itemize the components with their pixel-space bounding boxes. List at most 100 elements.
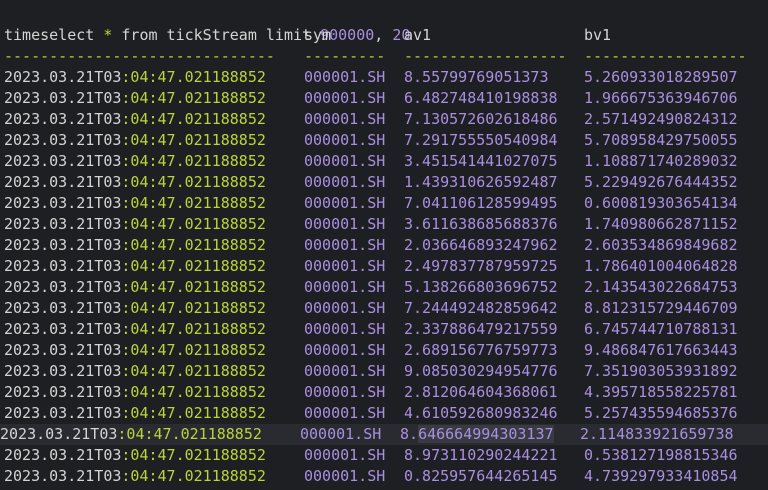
table-row[interactable]: 2023.03.21T03:04:47.021188852 000001.SH 8.… [0, 424, 768, 445]
cell-av1[interactable]: 3.451541441027075 [404, 151, 558, 172]
cell-sym[interactable]: 000001.SH [304, 382, 385, 403]
terminal-output[interactable]: select * from tickStream limit 900000, 2… [0, 0, 768, 487]
cell-time[interactable]: 2023.03.21T03:04:47.021188852 [4, 466, 266, 487]
cell-time[interactable]: 2023.03.21T03:04:47.021188852 [0, 424, 262, 445]
cell-av1[interactable]: 2.497837787959725 [404, 256, 558, 277]
table-row[interactable]: 2023.03.21T03:04:47.021188852 000001.SH 6.… [4, 88, 768, 109]
cell-bv1[interactable]: 4.739297933410854 [584, 466, 738, 487]
cell-sym[interactable]: 000001.SH [304, 466, 385, 487]
cell-sym[interactable]: 000001.SH [304, 88, 385, 109]
cell-av1[interactable]: 7.041106128599495 [404, 193, 558, 214]
table-row[interactable]: 2023.03.21T03:04:47.021188852 000001.SH 8.… [4, 445, 768, 466]
cell-time[interactable]: 2023.03.21T03:04:47.021188852 [4, 319, 266, 340]
cell-bv1[interactable]: 1.740980662871152 [584, 214, 738, 235]
cell-av1[interactable]: 3.611638685688376 [404, 214, 558, 235]
cell-sym[interactable]: 000001.SH [304, 319, 385, 340]
cell-av1[interactable]: 8.55799769051373 [404, 67, 549, 88]
cell-time[interactable]: 2023.03.21T03:04:47.021188852 [4, 172, 266, 193]
cell-time[interactable]: 2023.03.21T03:04:47.021188852 [4, 151, 266, 172]
cell-time[interactable]: 2023.03.21T03:04:47.021188852 [4, 277, 266, 298]
cell-time[interactable]: 2023.03.21T03:04:47.021188852 [4, 445, 266, 466]
cell-time[interactable]: 2023.03.21T03:04:47.021188852 [4, 382, 266, 403]
cell-bv1[interactable]: 9.486847617663443 [584, 340, 738, 361]
cell-sym[interactable]: 000001.SH [304, 445, 385, 466]
table-row[interactable]: 2023.03.21T03:04:47.021188852 000001.SH 5.… [4, 277, 768, 298]
cell-sym[interactable]: 000001.SH [304, 172, 385, 193]
table-row[interactable]: 2023.03.21T03:04:47.021188852 000001.SH 7.… [4, 130, 768, 151]
cell-time[interactable]: 2023.03.21T03:04:47.021188852 [4, 361, 266, 382]
cell-sym[interactable]: 000001.SH [304, 214, 385, 235]
cell-sym[interactable]: 000001.SH [304, 109, 385, 130]
table-row[interactable]: 2023.03.21T03:04:47.021188852 000001.SH 7.… [4, 298, 768, 319]
selected-text[interactable]: 646664994303137 [418, 425, 554, 443]
cell-sym[interactable]: 000001.SH [304, 298, 385, 319]
cell-sym[interactable]: 000001.SH [304, 235, 385, 256]
cell-av1[interactable]: 2.812064604368061 [404, 382, 558, 403]
cell-time[interactable]: 2023.03.21T03:04:47.021188852 [4, 214, 266, 235]
table-row[interactable]: 2023.03.21T03:04:47.021188852 000001.SH 1.… [4, 172, 768, 193]
cell-time[interactable]: 2023.03.21T03:04:47.021188852 [4, 340, 266, 361]
cell-bv1[interactable]: 2.143543022684753 [584, 277, 738, 298]
table-row[interactable]: 2023.03.21T03:04:47.021188852 000001.SH 2.… [4, 319, 768, 340]
cell-av1[interactable]: 8.973110290244221 [404, 445, 558, 466]
cell-bv1[interactable]: 0.538127198815346 [584, 445, 738, 466]
table-row[interactable]: 2023.03.21T03:04:47.021188852 000001.SH 2.… [4, 256, 768, 277]
cell-sym[interactable]: 000001.SH [304, 130, 385, 151]
cell-sym[interactable]: 000001.SH [300, 424, 381, 445]
cell-bv1[interactable]: 6.745744710788131 [584, 319, 738, 340]
cell-sym[interactable]: 000001.SH [304, 277, 385, 298]
cell-av1[interactable]: 2.689156776759773 [404, 340, 558, 361]
cell-av1[interactable]: 2.036646893247962 [404, 235, 558, 256]
cell-bv1[interactable]: 4.395718558225781 [584, 382, 738, 403]
table-row[interactable]: 2023.03.21T03:04:47.021188852 000001.SH 3.… [4, 151, 768, 172]
cell-time[interactable]: 2023.03.21T03:04:47.021188852 [4, 109, 266, 130]
cell-time[interactable]: 2023.03.21T03:04:47.021188852 [4, 67, 266, 88]
cell-time[interactable]: 2023.03.21T03:04:47.021188852 [4, 193, 266, 214]
cell-av1[interactable]: 9.085030294954776 [404, 361, 558, 382]
cell-bv1[interactable]: 0.600819303654134 [584, 193, 738, 214]
cell-time[interactable]: 2023.03.21T03:04:47.021188852 [4, 88, 266, 109]
cell-sym[interactable]: 000001.SH [304, 361, 385, 382]
cell-time[interactable]: 2023.03.21T03:04:47.021188852 [4, 256, 266, 277]
cell-bv1[interactable]: 7.351903053931892 [584, 361, 738, 382]
table-row[interactable]: 2023.03.21T03:04:47.021188852 000001.SH 7.… [4, 109, 768, 130]
cell-av1[interactable]: 5.138266803696752 [404, 277, 558, 298]
cell-bv1[interactable]: 5.229492676444352 [584, 172, 738, 193]
cell-bv1[interactable]: 1.108871740289032 [584, 151, 738, 172]
cell-bv1[interactable]: 5.257435594685376 [584, 403, 738, 424]
cell-sym[interactable]: 000001.SH [304, 403, 385, 424]
cell-bv1[interactable]: 5.260933018289507 [584, 67, 738, 88]
cell-sym[interactable]: 000001.SH [304, 151, 385, 172]
cell-bv1[interactable]: 5.708958429750055 [584, 130, 738, 151]
cell-time[interactable]: 2023.03.21T03:04:47.021188852 [4, 298, 266, 319]
cell-bv1[interactable]: 1.786401004064828 [584, 256, 738, 277]
cell-sym[interactable]: 000001.SH [304, 256, 385, 277]
table-row[interactable]: 2023.03.21T03:04:47.021188852 000001.SH 3.… [4, 214, 768, 235]
cell-av1[interactable]: 4.610592680983246 [404, 403, 558, 424]
cell-time[interactable]: 2023.03.21T03:04:47.021188852 [4, 235, 266, 256]
cell-sym[interactable]: 000001.SH [304, 67, 385, 88]
cell-av1[interactable]: 1.439310626592487 [404, 172, 558, 193]
cell-av1[interactable]: 7.291755550540984 [404, 130, 558, 151]
cell-sym[interactable]: 000001.SH [304, 340, 385, 361]
table-row[interactable]: 2023.03.21T03:04:47.021188852 000001.SH 0.… [4, 466, 768, 487]
cell-bv1[interactable]: 2.114833921659738 [580, 424, 734, 445]
cell-bv1[interactable]: 2.603534869849682 [584, 235, 738, 256]
table-row[interactable]: 2023.03.21T03:04:47.021188852 000001.SH 2.… [4, 340, 768, 361]
cell-av1[interactable]: 7.130572602618486 [404, 109, 558, 130]
cell-time[interactable]: 2023.03.21T03:04:47.021188852 [4, 130, 266, 151]
cell-av1[interactable]: 7.244492482859642 [404, 298, 558, 319]
cell-av1[interactable]: 8.646664994303137 [400, 424, 554, 445]
cell-av1[interactable]: 2.337886479217559 [404, 319, 558, 340]
table-row[interactable]: 2023.03.21T03:04:47.021188852 000001.SH 7.… [4, 193, 768, 214]
cell-sym[interactable]: 000001.SH [304, 193, 385, 214]
cell-av1[interactable]: 6.482748410198838 [404, 88, 558, 109]
cell-av1[interactable]: 0.825957644265145 [404, 466, 558, 487]
cell-bv1[interactable]: 1.966675363946706 [584, 88, 738, 109]
table-row[interactable]: 2023.03.21T03:04:47.021188852 000001.SH 8.… [4, 67, 768, 88]
table-row[interactable]: 2023.03.21T03:04:47.021188852 000001.SH 4.… [4, 403, 768, 424]
cell-bv1[interactable]: 8.812315729446709 [584, 298, 738, 319]
table-row[interactable]: 2023.03.21T03:04:47.021188852 000001.SH 2.… [4, 382, 768, 403]
cell-time[interactable]: 2023.03.21T03:04:47.021188852 [4, 403, 266, 424]
table-row[interactable]: 2023.03.21T03:04:47.021188852 000001.SH 9.… [4, 361, 768, 382]
